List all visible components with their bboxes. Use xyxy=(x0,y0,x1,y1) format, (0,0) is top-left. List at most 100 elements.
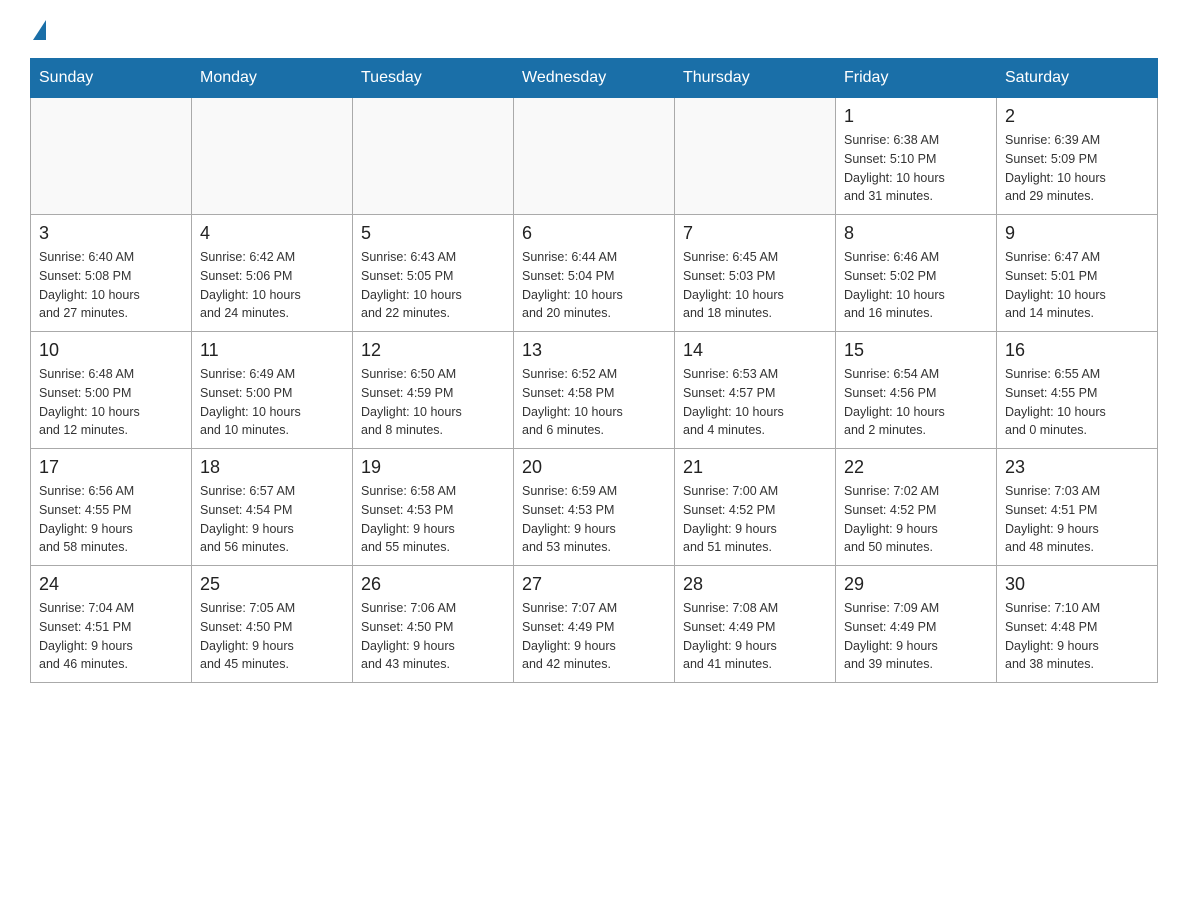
calendar-cell: 22 Sunrise: 7:02 AM Sunset: 4:52 PM Dayli… xyxy=(836,449,997,566)
calendar-cell xyxy=(514,98,675,215)
day-number: 2 xyxy=(1005,106,1149,127)
day-info: Sunrise: 6:52 AM Sunset: 4:58 PM Dayligh… xyxy=(522,365,666,440)
logo-triangle-icon xyxy=(33,20,46,40)
day-number: 28 xyxy=(683,574,827,595)
day-number: 15 xyxy=(844,340,988,361)
calendar-cell: 28 Sunrise: 7:08 AM Sunset: 4:49 PM Dayli… xyxy=(675,566,836,683)
day-number: 29 xyxy=(844,574,988,595)
day-number: 21 xyxy=(683,457,827,478)
page-header xyxy=(30,20,1158,38)
calendar-table: SundayMondayTuesdayWednesdayThursdayFrid… xyxy=(30,58,1158,683)
day-number: 23 xyxy=(1005,457,1149,478)
day-info: Sunrise: 6:40 AM Sunset: 5:08 PM Dayligh… xyxy=(39,248,183,323)
calendar-cell: 13 Sunrise: 6:52 AM Sunset: 4:58 PM Dayli… xyxy=(514,332,675,449)
calendar-cell: 10 Sunrise: 6:48 AM Sunset: 5:00 PM Dayli… xyxy=(31,332,192,449)
calendar-cell: 8 Sunrise: 6:46 AM Sunset: 5:02 PM Daylig… xyxy=(836,215,997,332)
weekday-header-monday: Monday xyxy=(192,59,353,98)
calendar-cell: 12 Sunrise: 6:50 AM Sunset: 4:59 PM Dayli… xyxy=(353,332,514,449)
weekday-header-wednesday: Wednesday xyxy=(514,59,675,98)
logo-line1 xyxy=(30,20,46,44)
day-info: Sunrise: 6:42 AM Sunset: 5:06 PM Dayligh… xyxy=(200,248,344,323)
weekday-header-friday: Friday xyxy=(836,59,997,98)
day-info: Sunrise: 6:53 AM Sunset: 4:57 PM Dayligh… xyxy=(683,365,827,440)
day-number: 14 xyxy=(683,340,827,361)
calendar-cell: 18 Sunrise: 6:57 AM Sunset: 4:54 PM Dayli… xyxy=(192,449,353,566)
calendar-cell: 19 Sunrise: 6:58 AM Sunset: 4:53 PM Dayli… xyxy=(353,449,514,566)
calendar-cell: 5 Sunrise: 6:43 AM Sunset: 5:05 PM Daylig… xyxy=(353,215,514,332)
day-info: Sunrise: 7:02 AM Sunset: 4:52 PM Dayligh… xyxy=(844,482,988,557)
calendar-cell: 17 Sunrise: 6:56 AM Sunset: 4:55 PM Dayli… xyxy=(31,449,192,566)
day-number: 19 xyxy=(361,457,505,478)
calendar-cell: 14 Sunrise: 6:53 AM Sunset: 4:57 PM Dayli… xyxy=(675,332,836,449)
calendar-cell: 7 Sunrise: 6:45 AM Sunset: 5:03 PM Daylig… xyxy=(675,215,836,332)
day-info: Sunrise: 6:58 AM Sunset: 4:53 PM Dayligh… xyxy=(361,482,505,557)
day-number: 27 xyxy=(522,574,666,595)
day-info: Sunrise: 6:57 AM Sunset: 4:54 PM Dayligh… xyxy=(200,482,344,557)
calendar-cell: 20Sunrise: 6:59 AM Sunset: 4:53 PM Dayli… xyxy=(514,449,675,566)
weekday-header-saturday: Saturday xyxy=(997,59,1158,98)
day-number: 4 xyxy=(200,223,344,244)
day-info: Sunrise: 7:03 AM Sunset: 4:51 PM Dayligh… xyxy=(1005,482,1149,557)
day-number: 1 xyxy=(844,106,988,127)
day-info: Sunrise: 7:09 AM Sunset: 4:49 PM Dayligh… xyxy=(844,599,988,674)
day-info: Sunrise: 6:48 AM Sunset: 5:00 PM Dayligh… xyxy=(39,365,183,440)
day-number: 24 xyxy=(39,574,183,595)
weekday-header-thursday: Thursday xyxy=(675,59,836,98)
day-number: 8 xyxy=(844,223,988,244)
day-info: Sunrise: 7:06 AM Sunset: 4:50 PM Dayligh… xyxy=(361,599,505,674)
calendar-cell: 29 Sunrise: 7:09 AM Sunset: 4:49 PM Dayli… xyxy=(836,566,997,683)
day-number: 16 xyxy=(1005,340,1149,361)
day-info: Sunrise: 6:44 AM Sunset: 5:04 PM Dayligh… xyxy=(522,248,666,323)
calendar-cell xyxy=(353,98,514,215)
day-info: Sunrise: 7:08 AM Sunset: 4:49 PM Dayligh… xyxy=(683,599,827,674)
calendar-cell: 24 Sunrise: 7:04 AM Sunset: 4:51 PM Dayli… xyxy=(31,566,192,683)
calendar-cell xyxy=(192,98,353,215)
day-info: Sunrise: 7:07 AM Sunset: 4:49 PM Dayligh… xyxy=(522,599,666,674)
calendar-cell xyxy=(675,98,836,215)
day-number: 17 xyxy=(39,457,183,478)
day-number: 30 xyxy=(1005,574,1149,595)
day-info: Sunrise: 7:05 AM Sunset: 4:50 PM Dayligh… xyxy=(200,599,344,674)
calendar-cell xyxy=(31,98,192,215)
weekday-header-tuesday: Tuesday xyxy=(353,59,514,98)
day-info: Sunrise: 6:47 AM Sunset: 5:01 PM Dayligh… xyxy=(1005,248,1149,323)
day-info: Sunrise: 7:04 AM Sunset: 4:51 PM Dayligh… xyxy=(39,599,183,674)
day-info: Sunrise: 7:10 AM Sunset: 4:48 PM Dayligh… xyxy=(1005,599,1149,674)
day-info: Sunrise: 6:56 AM Sunset: 4:55 PM Dayligh… xyxy=(39,482,183,557)
day-info: Sunrise: 6:43 AM Sunset: 5:05 PM Dayligh… xyxy=(361,248,505,323)
calendar-cell: 4 Sunrise: 6:42 AM Sunset: 5:06 PM Daylig… xyxy=(192,215,353,332)
logo xyxy=(30,20,46,38)
day-number: 7 xyxy=(683,223,827,244)
day-number: 22 xyxy=(844,457,988,478)
day-info: Sunrise: 6:45 AM Sunset: 5:03 PM Dayligh… xyxy=(683,248,827,323)
day-info: Sunrise: 6:46 AM Sunset: 5:02 PM Dayligh… xyxy=(844,248,988,323)
day-number: 26 xyxy=(361,574,505,595)
day-number: 18 xyxy=(200,457,344,478)
day-number: 10 xyxy=(39,340,183,361)
day-info: Sunrise: 6:50 AM Sunset: 4:59 PM Dayligh… xyxy=(361,365,505,440)
day-number: 6 xyxy=(522,223,666,244)
day-info: Sunrise: 6:54 AM Sunset: 4:56 PM Dayligh… xyxy=(844,365,988,440)
calendar-cell: 9 Sunrise: 6:47 AM Sunset: 5:01 PM Daylig… xyxy=(997,215,1158,332)
day-info: Sunrise: 7:00 AM Sunset: 4:52 PM Dayligh… xyxy=(683,482,827,557)
calendar-cell: 21 Sunrise: 7:00 AM Sunset: 4:52 PM Dayli… xyxy=(675,449,836,566)
weekday-header-sunday: Sunday xyxy=(31,59,192,98)
day-number: 12 xyxy=(361,340,505,361)
calendar-cell: 27 Sunrise: 7:07 AM Sunset: 4:49 PM Dayli… xyxy=(514,566,675,683)
calendar-cell: 2 Sunrise: 6:39 AM Sunset: 5:09 PM Daylig… xyxy=(997,98,1158,215)
day-number: 5 xyxy=(361,223,505,244)
calendar-cell: 15 Sunrise: 6:54 AM Sunset: 4:56 PM Dayli… xyxy=(836,332,997,449)
day-info: Sunrise: 6:59 AM Sunset: 4:53 PM Dayligh… xyxy=(522,482,666,557)
calendar-cell: 1Sunrise: 6:38 AM Sunset: 5:10 PM Daylig… xyxy=(836,98,997,215)
day-number: 13 xyxy=(522,340,666,361)
day-number: 25 xyxy=(200,574,344,595)
day-info: Sunrise: 6:55 AM Sunset: 4:55 PM Dayligh… xyxy=(1005,365,1149,440)
day-number: 11 xyxy=(200,340,344,361)
day-info: Sunrise: 6:39 AM Sunset: 5:09 PM Dayligh… xyxy=(1005,131,1149,206)
calendar-cell: 23 Sunrise: 7:03 AM Sunset: 4:51 PM Dayli… xyxy=(997,449,1158,566)
calendar-cell: 3Sunrise: 6:40 AM Sunset: 5:08 PM Daylig… xyxy=(31,215,192,332)
day-number: 9 xyxy=(1005,223,1149,244)
calendar-cell: 11Sunrise: 6:49 AM Sunset: 5:00 PM Dayli… xyxy=(192,332,353,449)
calendar-cell: 16 Sunrise: 6:55 AM Sunset: 4:55 PM Dayli… xyxy=(997,332,1158,449)
calendar-cell: 26 Sunrise: 7:06 AM Sunset: 4:50 PM Dayli… xyxy=(353,566,514,683)
